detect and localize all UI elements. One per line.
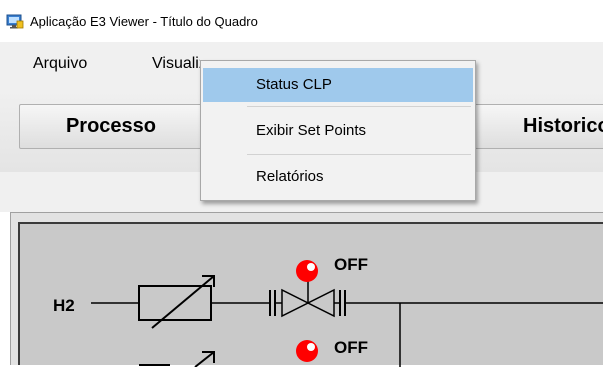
indicator-highlight	[307, 263, 315, 271]
indicator-highlight	[307, 343, 315, 351]
menu-visualizar[interactable]: Visualizar	[152, 54, 200, 74]
process-diagram: H2 OFF OFF	[53, 255, 603, 367]
menu-item-relatorios[interactable]: Relatórios	[203, 160, 473, 194]
flow-sensor[interactable]	[138, 285, 212, 321]
menu-separator	[247, 154, 471, 155]
menu-item-status-clp[interactable]: Status CLP	[203, 68, 473, 102]
title-bar: Aplicação E3 Viewer - Título do Quadro	[0, 0, 603, 42]
historico-button-label: Historico	[523, 115, 603, 137]
valve-status-indicator	[296, 340, 318, 362]
menu-item-label: Status CLP	[256, 76, 332, 93]
window-title: Aplicação E3 Viewer - Título do Quadro	[30, 14, 258, 29]
app-icon	[6, 14, 24, 29]
valve-body[interactable]	[281, 288, 310, 318]
menu-item-label: Relatórios	[256, 168, 324, 185]
process-screen: H2 OFF OFF	[18, 222, 603, 367]
menu-item-label: Exibir Set Points	[256, 122, 367, 139]
visualizar-dropdown-menu: Status CLP Exibir Set Points Relatórios	[200, 60, 476, 201]
menu-item-exibir-set-points[interactable]: Exibir Set Points	[203, 114, 473, 148]
menu-separator	[247, 106, 471, 107]
valve-body[interactable]	[306, 288, 335, 318]
processo-button[interactable]: Processo	[19, 104, 203, 149]
valve-status-label: OFF	[334, 255, 368, 274]
valve-status-label: OFF	[334, 338, 368, 357]
h2-line-label: H2	[53, 296, 75, 315]
processo-button-label: Processo	[65, 115, 157, 137]
menu-arquivo[interactable]: Arquivo	[33, 54, 87, 74]
valve-status-indicator	[296, 260, 318, 282]
historico-button[interactable]: Historico	[474, 104, 603, 149]
